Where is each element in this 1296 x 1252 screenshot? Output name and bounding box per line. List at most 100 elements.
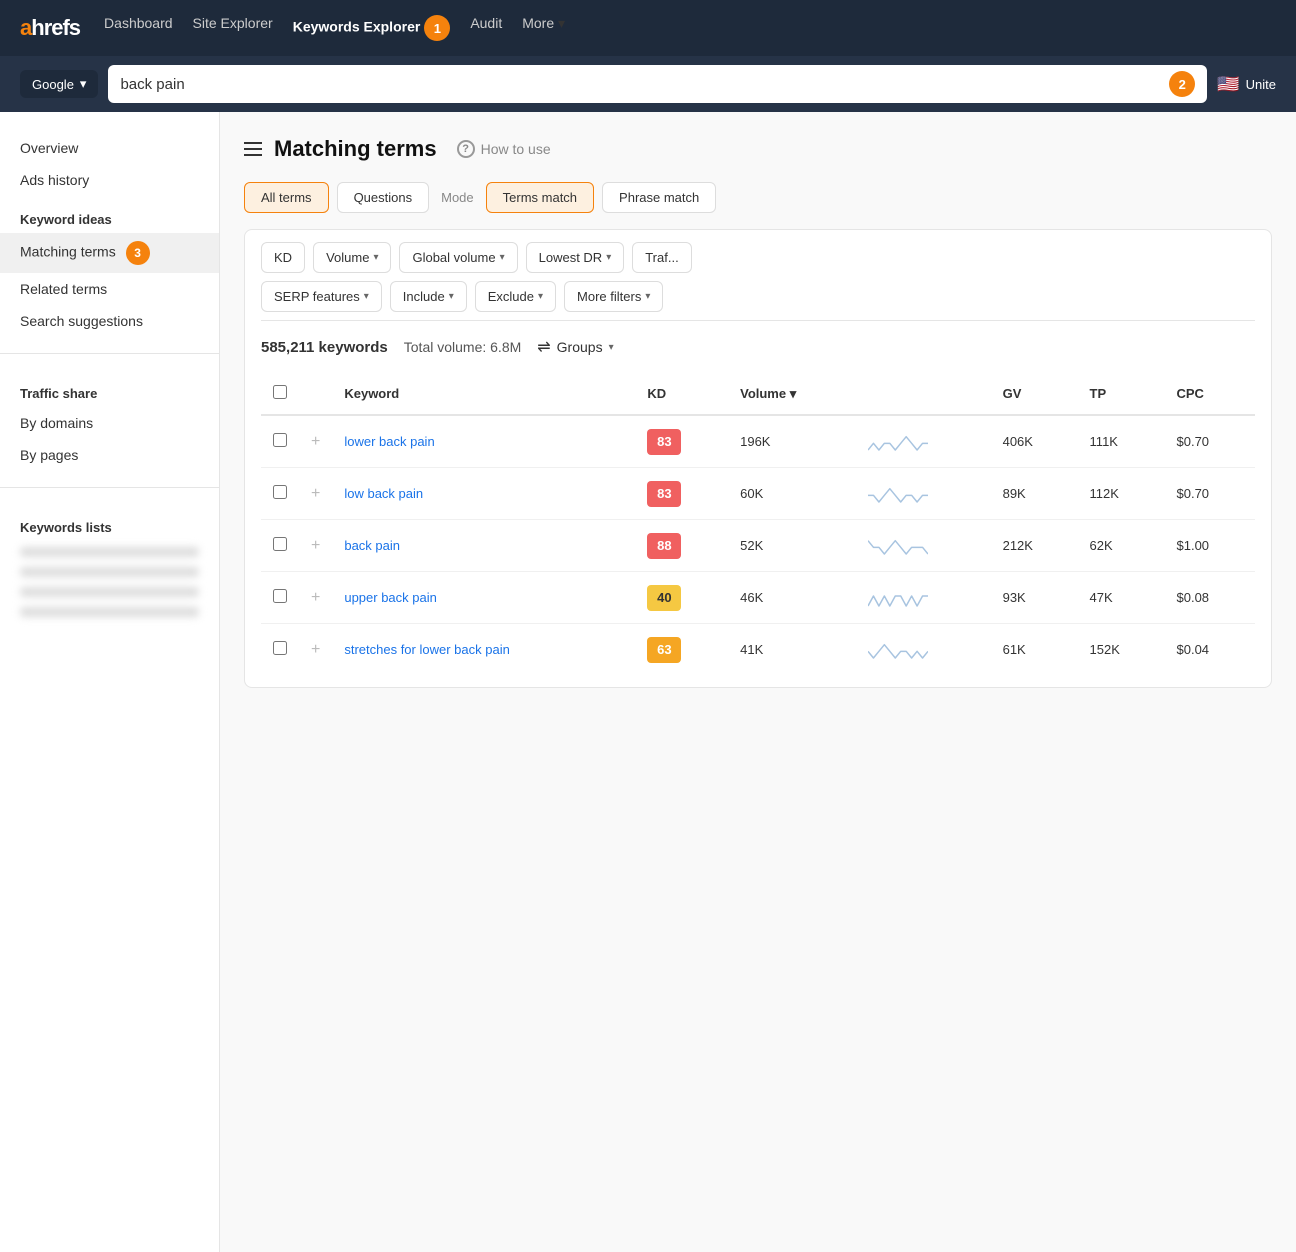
trend-chart [868,584,928,608]
add-keyword-button[interactable]: + [311,641,320,658]
add-keyword-button[interactable]: + [311,433,320,450]
row-trend-cell [856,415,990,468]
how-to-use-label: How to use [481,141,551,157]
row-checkbox[interactable] [273,589,287,603]
mode-label: Mode [441,190,474,205]
sidebar-divider-2 [0,487,219,488]
sidebar-item-related-terms[interactable]: Related terms [0,273,219,305]
filter-global-volume[interactable]: Global volume ▾ [399,242,517,273]
filter-lowest-dr[interactable]: Lowest DR ▾ [526,242,625,273]
row-cpc-cell: $0.08 [1165,572,1256,624]
row-trend-cell [856,624,990,676]
sidebar: Overview Ads history Keyword ideas Match… [0,112,220,1252]
search-engine-label: Google [32,77,74,92]
col-header-checkbox [261,373,299,415]
row-tp-cell: 62K [1078,520,1165,572]
page-title: Matching terms [274,136,437,162]
row-gv-cell: 61K [991,624,1078,676]
add-keyword-button[interactable]: + [311,537,320,554]
tab-all-terms[interactable]: All terms [244,182,329,213]
col-header-keyword: Keyword [332,373,635,415]
results-volume: Total volume: 6.8M [404,339,522,355]
row-add-cell: + [299,624,332,676]
filter-include[interactable]: Include ▾ [390,281,467,312]
filter-serp-features[interactable]: SERP features ▾ [261,281,382,312]
sidebar-item-overview[interactable]: Overview [0,132,219,164]
col-header-kd[interactable]: KD [635,373,728,415]
row-checkbox[interactable] [273,485,287,499]
row-checkbox[interactable] [273,433,287,447]
add-keyword-button[interactable]: + [311,485,320,502]
tab-questions[interactable]: Questions [337,182,430,213]
row-gv-cell: 212K [991,520,1078,572]
col-header-tp: TP [1078,373,1165,415]
row-trend-cell [856,468,990,520]
page-header: Matching terms ? How to use [244,136,1272,162]
hamburger-icon[interactable] [244,142,262,156]
sidebar-item-by-domains[interactable]: By domains [0,407,219,439]
results-count: 585,211 keywords [261,339,388,356]
col-header-trend [856,373,990,415]
keywords-table: Keyword KD Volume ▾ GV TP CPC + lower ba… [261,373,1255,675]
search-engine-button[interactable]: Google ▾ [20,70,98,98]
nav-more[interactable]: More [522,15,554,31]
filter-volume[interactable]: Volume ▾ [313,242,391,273]
filter-exclude[interactable]: Exclude ▾ [475,281,556,312]
tab-phrase-match[interactable]: Phrase match [602,182,716,213]
trend-chart [868,480,928,504]
row-volume-cell: 52K [728,520,856,572]
trend-chart [868,636,928,660]
table-row: + lower back pain 83 196K 406K 111K $0.7… [261,415,1255,468]
groups-button[interactable]: ⇌ Groups ▾ [537,337,613,357]
keyword-link[interactable]: stretches for lower back pain [344,642,509,657]
search-badge-2: 2 [1169,71,1195,97]
kd-badge: 83 [647,481,681,507]
row-volume-cell: 60K [728,468,856,520]
nav-keywords-explorer[interactable]: Keywords Explorer [293,19,421,35]
how-to-use-button[interactable]: ? How to use [457,140,551,158]
keyword-link[interactable]: low back pain [344,486,423,501]
groups-icon: ⇌ [537,337,550,357]
row-keyword-cell: low back pain [332,468,635,520]
filter-row-1: KD Volume ▾ Global volume ▾ Lowest DR ▾ … [261,242,1255,273]
keyword-link[interactable]: upper back pain [344,590,437,605]
sidebar-item-search-suggestions[interactable]: Search suggestions [0,305,219,337]
col-header-cpc: CPC [1165,373,1256,415]
nav-audit[interactable]: Audit [470,15,502,31]
tab-terms-match[interactable]: Terms match [486,182,594,213]
row-tp-cell: 47K [1078,572,1165,624]
keyword-link[interactable]: back pain [344,538,400,553]
sidebar-item-ads-history[interactable]: Ads history [0,164,219,196]
filter-tabs: All terms Questions Mode Terms match Phr… [244,182,1272,213]
help-icon: ? [457,140,475,158]
kd-badge: 88 [647,533,681,559]
row-checkbox[interactable] [273,537,287,551]
nav-links: Dashboard Site Explorer Keywords Explore… [104,15,565,41]
select-all-checkbox[interactable] [273,385,287,399]
country-selector[interactable]: 🇺🇸 Unite [1217,74,1276,95]
row-checkbox[interactable] [273,641,287,655]
results-summary: 585,211 keywords Total volume: 6.8M ⇌ Gr… [261,320,1255,369]
search-input-wrapper: 2 [108,65,1207,103]
nav-site-explorer[interactable]: Site Explorer [193,15,273,31]
keyword-link[interactable]: lower back pain [344,434,434,449]
sidebar-section-keywords-lists: Keywords lists [0,504,219,541]
search-input[interactable] [120,76,1161,93]
add-keyword-button[interactable]: + [311,589,320,606]
row-kd-cell: 83 [635,468,728,520]
row-volume-cell: 196K [728,415,856,468]
row-kd-cell: 40 [635,572,728,624]
col-header-volume[interactable]: Volume ▾ [728,373,856,415]
sidebar-item-by-pages[interactable]: By pages [0,439,219,471]
nav-dashboard[interactable]: Dashboard [104,15,173,31]
row-tp-cell: 112K [1078,468,1165,520]
logo[interactable]: ahrefs [20,15,80,41]
row-checkbox-cell [261,415,299,468]
sidebar-divider [0,353,219,354]
table-row: + upper back pain 40 46K 93K 47K $0.08 [261,572,1255,624]
filter-kd[interactable]: KD [261,242,305,273]
filter-more[interactable]: More filters ▾ [564,281,663,312]
sidebar-blurred-list [0,541,219,623]
sidebar-item-matching-terms[interactable]: Matching terms 3 [0,233,219,273]
filter-traffic[interactable]: Traf... [632,242,691,273]
